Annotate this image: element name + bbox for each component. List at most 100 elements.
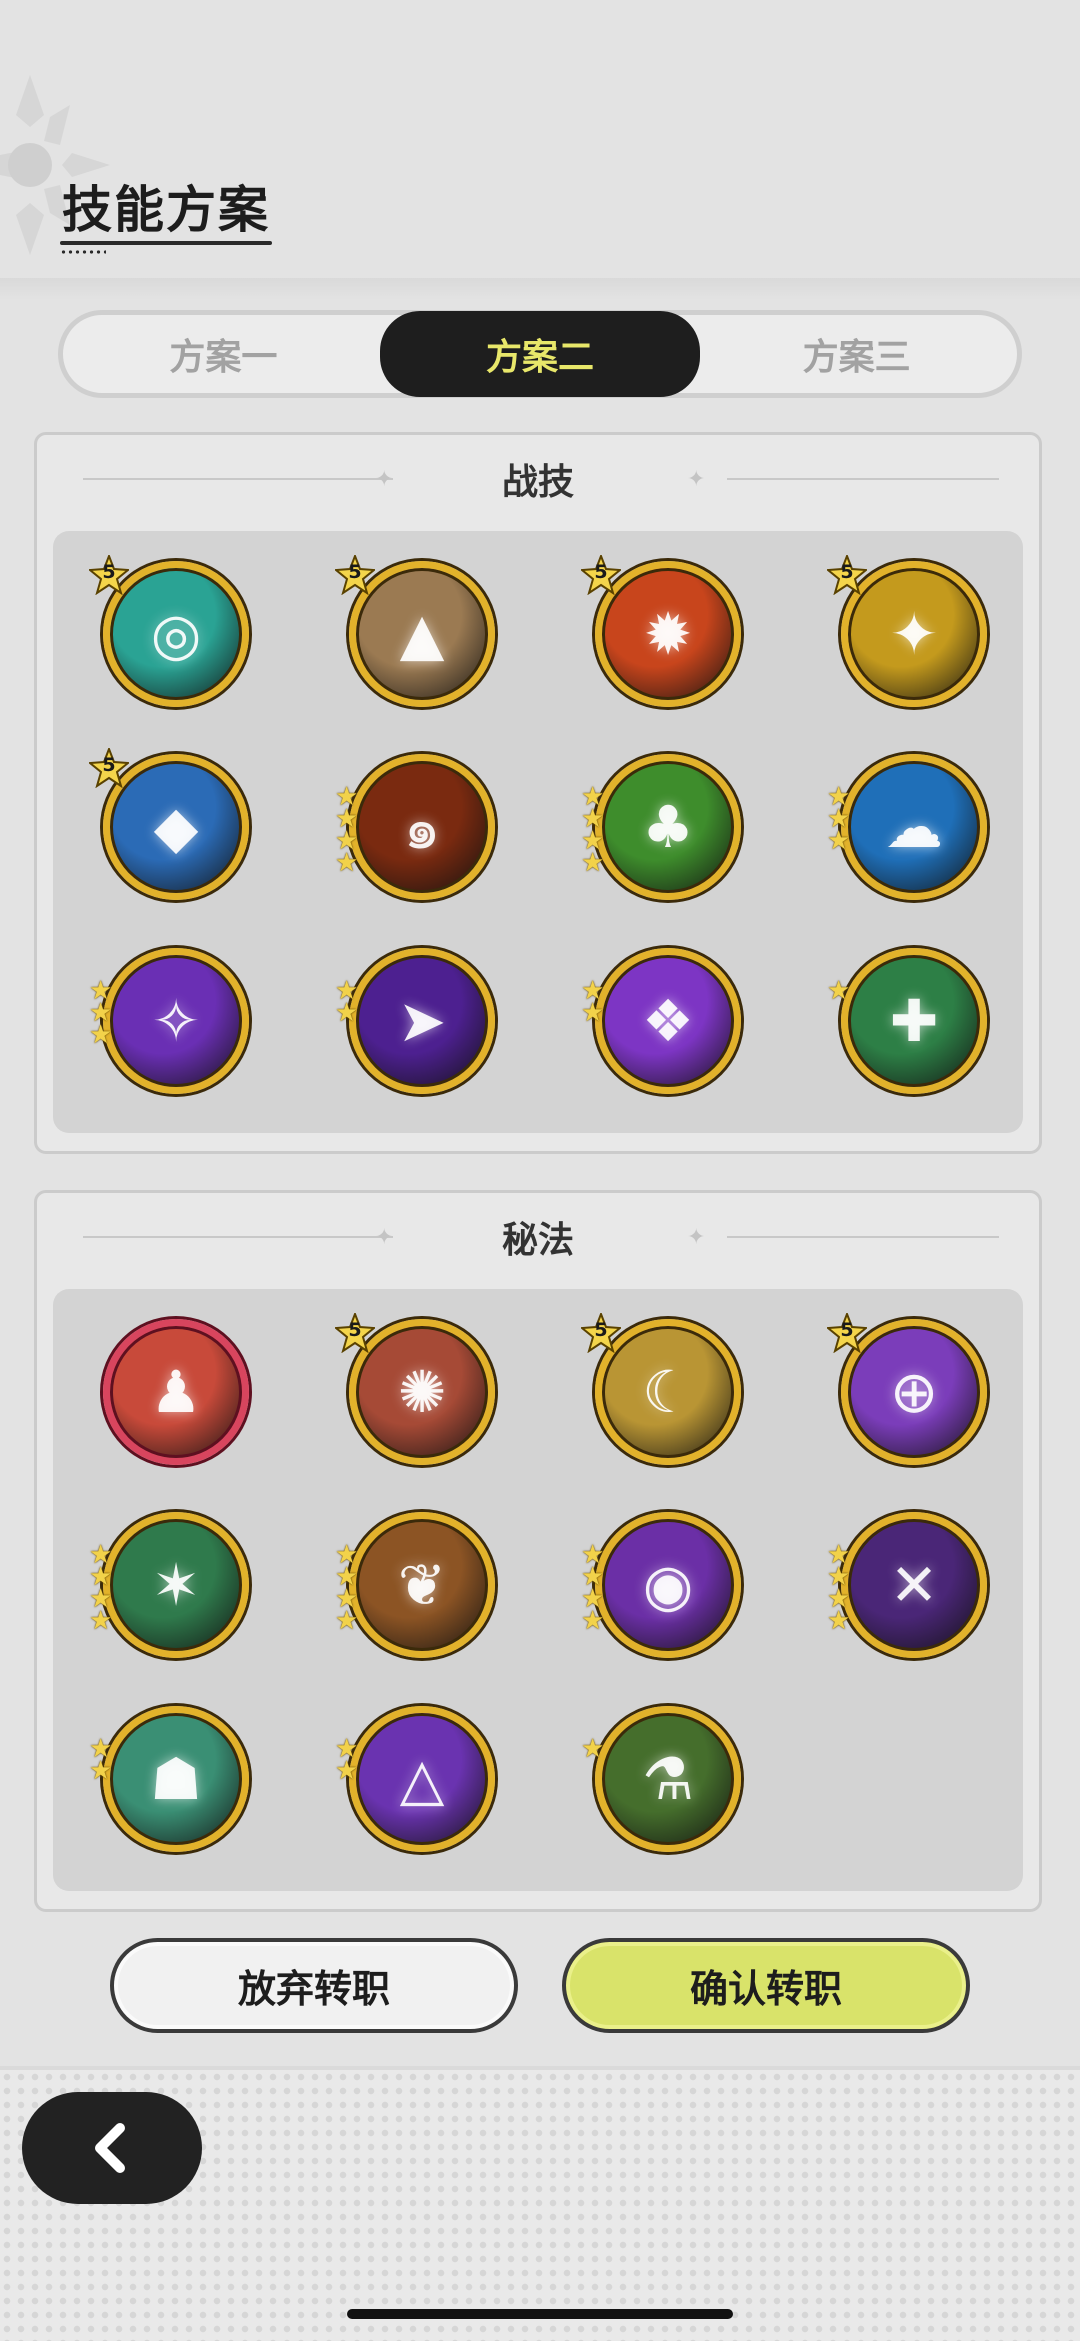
skill-slot[interactable]: ✚ ★ bbox=[791, 940, 1037, 1130]
confirm-job-change-button[interactable]: 确认转职 bbox=[562, 1938, 970, 2033]
skill-slot[interactable]: ◆ 5 bbox=[53, 746, 299, 936]
star-icon: ★ bbox=[581, 848, 605, 879]
star-icon: ★ bbox=[581, 997, 605, 1028]
star-icon: ★ bbox=[335, 1755, 359, 1786]
tab-plan-3[interactable]: 方案三 bbox=[696, 315, 1017, 393]
skill-slot[interactable]: ◎ 5 bbox=[53, 553, 299, 743]
jade-golem-secret-icon[interactable]: ☗ bbox=[103, 1705, 249, 1852]
secret-arts-panel: ✦ 秘法 ✦ ♟ ✺ 5 ☾ 5 ⊕ 5 ✶ ★ ★ ★ ★ ❦ ★ ★ ★ ★ ◉ ★ ★ ★ ★ ✕ ★ ★ ★ ★ ☗ ★ ★ △ ★ ★… bbox=[34, 1190, 1042, 1912]
rank-star-badge-icon: 5 bbox=[825, 553, 869, 596]
sparkle-icon: ✦ bbox=[687, 1225, 706, 1250]
violet-sigil-secret-icon[interactable]: △ bbox=[349, 1705, 495, 1852]
plan-tabs: 方案一 方案二 方案三 bbox=[58, 310, 1022, 398]
skill-slot[interactable]: ♣ ★ ★ ★ ★ bbox=[545, 746, 791, 936]
star-icon: ★ bbox=[827, 1606, 851, 1637]
sparkle-icon: ✦ bbox=[687, 467, 706, 492]
skill-glyph: ✧ bbox=[151, 986, 201, 1055]
amber-tree-secret-icon[interactable]: ❦ bbox=[349, 1512, 495, 1659]
skill-glyph: ☾ bbox=[642, 1358, 694, 1426]
skill-slot[interactable]: ☾ 5 bbox=[545, 1311, 791, 1501]
skill-slot[interactable]: ⚗ ★ bbox=[545, 1698, 791, 1888]
skill-glyph: ⚗ bbox=[642, 1744, 694, 1813]
rank-star-badge-icon: 5 bbox=[333, 1311, 377, 1354]
home-indicator[interactable] bbox=[347, 2309, 733, 2319]
rank-star-badge-icon: 5 bbox=[579, 553, 623, 596]
star-rating: ★ ★ bbox=[581, 978, 605, 1028]
arcane-eye-skill-icon[interactable]: ❖ bbox=[595, 947, 741, 1094]
tab-plan-1[interactable]: 方案一 bbox=[63, 315, 384, 393]
star-rating: ★ ★ bbox=[89, 1736, 113, 1786]
back-button[interactable] bbox=[22, 2092, 202, 2204]
rank-number: 5 bbox=[594, 561, 608, 583]
star-icon: ★ bbox=[89, 1606, 113, 1637]
skill-slot[interactable]: ❦ ★ ★ ★ ★ bbox=[299, 1504, 545, 1694]
skill-slot[interactable]: ♟ bbox=[53, 1311, 299, 1501]
skill-glyph: ✹ bbox=[643, 600, 693, 668]
star-rating: ★ ★ ★ ★ bbox=[581, 784, 605, 879]
star-rating: ★ ★ bbox=[335, 1736, 359, 1786]
star-icon: ★ bbox=[581, 1733, 605, 1764]
skill-slot[interactable]: ✦ 5 bbox=[791, 553, 1037, 743]
skill-slot[interactable]: ☁ ★ ★ ★ bbox=[791, 746, 1037, 936]
flame-figure-secret-icon[interactable]: ♟ bbox=[103, 1319, 249, 1465]
skill-glyph: △ bbox=[399, 1744, 445, 1813]
water-spirit-skill-icon[interactable]: ☁ bbox=[841, 754, 987, 901]
tree-stump-skill-icon[interactable]: ♣ bbox=[595, 754, 741, 901]
skill-slot[interactable]: ➤ ★ ★ bbox=[299, 940, 545, 1130]
abandon-job-change-button[interactable]: 放弃转职 bbox=[110, 1938, 518, 2033]
combat-panel-header: ✦ 战技 ✦ bbox=[37, 435, 1039, 531]
skill-glyph: ➤ bbox=[397, 986, 447, 1055]
skill-glyph: ◎ bbox=[150, 600, 202, 668]
skill-slot[interactable]: ◉ ★ ★ ★ ★ bbox=[545, 1504, 791, 1694]
tab-plan-2[interactable]: 方案二 bbox=[379, 311, 701, 397]
star-rating: ★ ★ ★ ★ bbox=[581, 1542, 604, 1634]
void-arrow-skill-icon[interactable]: ➤ bbox=[349, 947, 495, 1094]
star-rating: ★ ★ ★ ★ bbox=[827, 1542, 851, 1637]
header: 技能方案 bbox=[0, 0, 1080, 300]
skill-slot[interactable]: ⊕ 5 bbox=[791, 1311, 1037, 1501]
page-title: 技能方案 bbox=[62, 181, 270, 239]
void-dagger-secret-icon[interactable]: ✕ bbox=[841, 1512, 987, 1659]
title-dots bbox=[60, 250, 106, 254]
rank-number: 5 bbox=[102, 754, 116, 777]
secret-panel-header: ✦ 秘法 ✦ bbox=[37, 1193, 1039, 1289]
rank-star-badge-icon: 5 bbox=[333, 553, 377, 596]
skill-slot[interactable]: ✕ ★ ★ ★ ★ bbox=[791, 1504, 1037, 1694]
rank-star-badge-icon: 5 bbox=[87, 746, 131, 789]
skill-slot[interactable]: ▲ 5 bbox=[299, 553, 545, 743]
star-rating: ★ bbox=[827, 978, 850, 1004]
star-icon: ★ bbox=[89, 1755, 113, 1786]
potion-flask-secret-icon[interactable]: ⚗ bbox=[595, 1705, 741, 1852]
emerald-wings-secret-icon[interactable]: ✶ bbox=[103, 1512, 249, 1659]
skill-slot[interactable]: ✹ 5 bbox=[545, 553, 791, 743]
rank-number: 5 bbox=[348, 561, 362, 583]
skill-slot[interactable]: ✶ ★ ★ ★ ★ bbox=[53, 1504, 299, 1694]
flame-spiral-skill-icon[interactable]: ๑ bbox=[349, 754, 495, 901]
star-rating: ★ ★ ★ ★ bbox=[335, 1542, 358, 1634]
secret-skill-grid: ♟ ✺ 5 ☾ 5 ⊕ 5 ✶ ★ ★ ★ ★ ❦ ★ ★ ★ ★ ◉ ★ ★ ★ ★ ✕ ★ ★ ★ ★ ☗ ★ ★ △ ★ ★ ⚗ ★ bbox=[53, 1289, 1023, 1891]
skill-slot[interactable]: ✺ 5 bbox=[299, 1311, 545, 1501]
skill-glyph: ✦ bbox=[889, 600, 939, 668]
healing-orbs-skill-icon[interactable]: ✚ bbox=[841, 947, 987, 1094]
shadow-slash-skill-icon[interactable]: ✧ bbox=[103, 947, 249, 1094]
skill-glyph: ❖ bbox=[642, 986, 694, 1055]
star-icon: ★ bbox=[335, 848, 359, 879]
star-icon: ★ bbox=[827, 826, 851, 857]
skill-glyph: ✶ bbox=[151, 1551, 201, 1620]
combat-skill-grid: ◎ 5 ▲ 5 ✹ 5 ✦ 5 ◆ 5 ๑ ★ ★ ★ ★ ♣ ★ ★ ★ ★ ☁ ★ ★ ★ ✧ ★ ★ ★ ➤ ★ ★ ❖ ★ ★ ✚ ★ bbox=[53, 531, 1023, 1133]
skill-slot[interactable]: ❖ ★ ★ bbox=[545, 940, 791, 1130]
skill-slot[interactable]: △ ★ ★ bbox=[299, 1698, 545, 1888]
mystic-eye-secret-icon[interactable]: ◉ bbox=[595, 1512, 741, 1659]
skill-glyph: ❦ bbox=[397, 1551, 447, 1620]
skill-glyph: ✚ bbox=[889, 986, 939, 1055]
star-icon: ★ bbox=[335, 997, 359, 1028]
skill-slot[interactable]: ☗ ★ ★ bbox=[53, 1698, 299, 1888]
skill-glyph: ▲ bbox=[399, 600, 445, 668]
star-rating: ★ ★ ★ ★ bbox=[89, 1542, 113, 1637]
skill-slot[interactable]: ✧ ★ ★ ★ bbox=[53, 940, 299, 1130]
header-divider bbox=[0, 278, 1080, 300]
star-rating: ★ ★ ★ ★ bbox=[335, 784, 359, 879]
skill-slot[interactable]: ๑ ★ ★ ★ ★ bbox=[299, 746, 545, 936]
skill-glyph: ⊕ bbox=[889, 1358, 939, 1426]
combat-skills-panel: ✦ 战技 ✦ ◎ 5 ▲ 5 ✹ 5 ✦ 5 ◆ 5 ๑ ★ ★ ★ ★ ♣ ★ ★ ★ ★ ☁ ★ ★ ★ ✧ ★ ★ ★ ➤ ★ ★ ❖ ★… bbox=[34, 432, 1042, 1154]
